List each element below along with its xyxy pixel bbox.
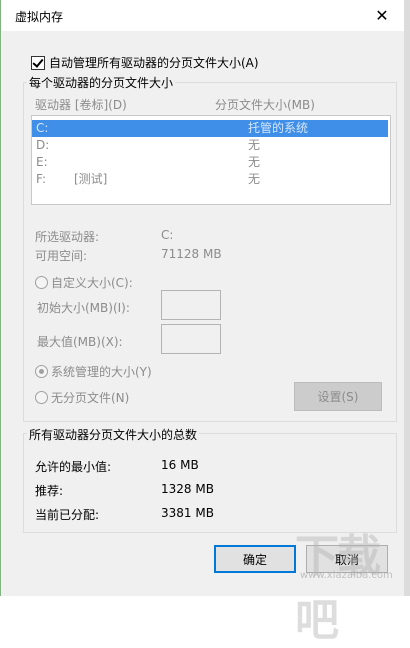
column-header-drive: 驱动器 [卷标](D) [35,98,127,112]
drive-list[interactable]: C: 托管的系统 D: 无 E: 无 F: [测试] 无 [31,115,391,205]
drive-list-item[interactable]: F: [测试] 无 [32,171,388,188]
window-title: 虚拟内存 [15,10,64,24]
drive-list-item[interactable]: D: 无 [32,137,388,154]
set-button[interactable]: 设置(S) [294,382,382,411]
recommended-label: 推荐: [35,484,64,498]
system-managed-label: 系统管理的大小(Y) [51,365,152,379]
per-drive-group-title: 每个驱动器的分页文件大小 [27,74,176,91]
auto-manage-checkbox-row[interactable]: 自动管理所有驱动器的分页文件大小(A) [31,54,259,71]
system-managed-radio-row[interactable]: 系统管理的大小(Y) [35,363,152,380]
no-paging-radio[interactable] [35,391,48,404]
drive-letter: F: [36,172,47,186]
recommended-value: 1328 MB [161,482,214,496]
initial-size-label: 初始大小(MB)(I): [37,301,130,315]
no-paging-label: 无分页文件(N) [51,391,130,405]
max-size-label: 最大值(MB)(X): [37,335,123,349]
free-space-label: 可用空间: [35,249,88,263]
drive-letter: D: [36,138,50,152]
drive-list-item[interactable]: C: 托管的系统 [32,120,388,137]
free-space-value: 71128 MB [161,247,222,261]
drive-volume-label: [测试] [74,172,108,186]
close-icon[interactable]: ✕ [359,0,405,31]
ok-button[interactable]: 确定 [214,545,296,573]
custom-size-radio[interactable] [35,276,48,289]
auto-manage-label[interactable]: 自动管理所有驱动器的分页文件大小(A) [49,54,259,71]
auto-manage-checkbox[interactable] [31,55,45,70]
custom-size-radio-row[interactable]: 自定义大小(C): [35,274,133,291]
column-header-size: 分页文件大小(MB) [215,98,315,112]
drive-letter: C: [36,121,49,135]
drive-paging-size: 托管的系统 [248,121,309,135]
max-size-input[interactable] [161,324,221,354]
title-bar: 虚拟内存 ✕ [1,0,405,31]
watermark-logo: 下载吧 [295,531,381,646]
no-paging-radio-row[interactable]: 无分页文件(N) [35,389,129,406]
allocated-value: 3381 MB [161,506,214,520]
drive-paging-size: 无 [248,172,261,186]
allocated-label: 当前已分配: [35,508,100,522]
background-window-edge [404,0,410,596]
drive-paging-size: 无 [248,138,261,152]
drive-list-item[interactable]: E: 无 [32,154,388,171]
min-size-label: 允许的最小值: [35,460,112,474]
custom-size-label: 自定义大小(C): [51,276,133,290]
drive-paging-size: 无 [248,155,261,169]
selected-drive-label: 所选驱动器: [35,230,100,244]
selected-drive-value: C: [161,228,174,242]
totals-group-title: 所有驱动器分页文件大小的总数 [27,426,200,443]
watermark-url: www.xiazaiba.com [300,570,393,581]
initial-size-input[interactable] [161,290,221,320]
drive-letter: E: [36,155,48,169]
min-size-value: 16 MB [161,458,199,472]
virtual-memory-dialog: 虚拟内存 ✕ 自动管理所有驱动器的分页文件大小(A) 每个驱动器的分页文件大小 … [0,0,406,596]
system-managed-radio[interactable] [35,365,48,378]
